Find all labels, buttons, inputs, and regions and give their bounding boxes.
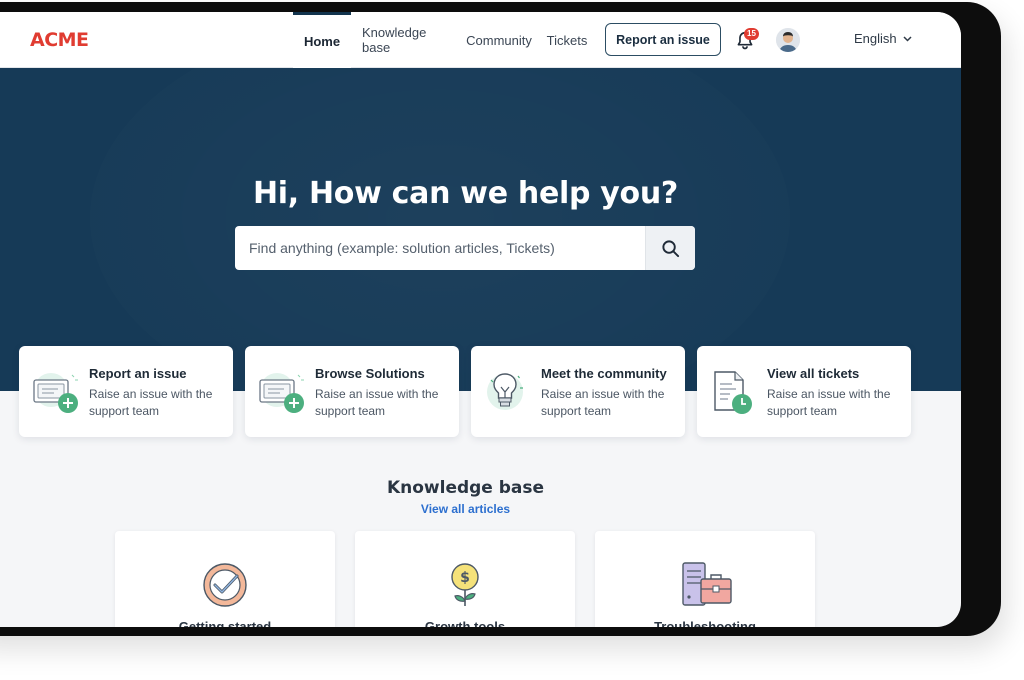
kb-category-label: Getting started <box>178 619 272 627</box>
card-description-line: support team <box>315 404 386 418</box>
svg-text:$: $ <box>460 570 470 586</box>
language-label: English <box>854 31 897 46</box>
card-title: Report an issue <box>89 366 187 381</box>
report-issue-button[interactable]: Report an issue <box>605 23 721 56</box>
ticket-add-icon <box>259 373 304 413</box>
card-title: Browse Solutions <box>315 366 425 381</box>
kb-category-label: Troubleshooting <box>654 619 756 627</box>
search-bar <box>235 226 695 270</box>
lightbulb-icon <box>487 373 523 410</box>
notification-badge: 15 <box>744 28 759 40</box>
card-description-line: Raise an issue with the <box>315 387 439 401</box>
clock-check-icon <box>203 563 247 607</box>
browser-screen: ACME Home Knowledge base Community Ticke… <box>0 12 961 627</box>
card-title: View all tickets <box>767 366 860 381</box>
view-all-articles-link[interactable]: View all articles <box>0 502 961 516</box>
acme-logo[interactable]: ACME <box>30 29 89 51</box>
chevron-down-icon <box>903 35 912 42</box>
server-toolbox-icon <box>682 562 732 606</box>
money-plant-icon: $ <box>451 563 479 606</box>
document-clock-icon <box>714 371 752 414</box>
nav-tickets[interactable]: Tickets <box>544 12 590 68</box>
nav-community[interactable]: Community <box>464 12 534 68</box>
search-icon <box>662 239 680 257</box>
avatar[interactable] <box>776 28 800 52</box>
ticket-add-icon <box>33 373 78 413</box>
card-description-line: Raise an issue with the <box>541 387 665 401</box>
search-input[interactable] <box>235 226 645 270</box>
user-avatar-icon <box>776 28 800 52</box>
card-title: Meet the community <box>541 366 667 381</box>
card-report-issue[interactable]: Report an issue Raise an issue with the … <box>19 346 233 437</box>
hero-title: Hi, How can we help you? <box>252 176 679 211</box>
search-button[interactable] <box>645 226 695 270</box>
card-description-line: support team <box>89 404 160 418</box>
hero-banner: Hi, How can we help you? <box>0 68 961 391</box>
nav-home[interactable]: Home <box>293 12 351 68</box>
nav-knowledge-base[interactable]: Knowledge base <box>362 12 454 68</box>
card-meet-community[interactable]: Meet the community Raise an issue with t… <box>471 346 685 437</box>
kb-category-getting-started[interactable]: Getting started <box>115 531 335 627</box>
kb-category-troubleshooting[interactable]: Troubleshooting <box>595 531 815 627</box>
card-view-tickets[interactable]: View all tickets Raise an issue with the… <box>697 346 911 437</box>
kb-category-label: Growth tools <box>424 619 506 627</box>
card-description-line: support team <box>541 404 612 418</box>
top-navigation-bar: ACME Home Knowledge base Community Ticke… <box>0 12 961 68</box>
card-description-line: Raise an issue with the <box>89 387 213 401</box>
device-frame: ACME Home Knowledge base Community Ticke… <box>0 2 1001 636</box>
card-description-line: Raise an issue with the <box>767 387 891 401</box>
knowledge-base-heading: Knowledge base <box>386 478 545 498</box>
card-browse-solutions[interactable]: Browse Solutions Raise an issue with the… <box>245 346 459 437</box>
kb-category-growth-tools[interactable]: $ Growth tools <box>355 531 575 627</box>
card-description-line: support team <box>767 404 838 418</box>
language-selector[interactable]: English <box>854 31 912 46</box>
